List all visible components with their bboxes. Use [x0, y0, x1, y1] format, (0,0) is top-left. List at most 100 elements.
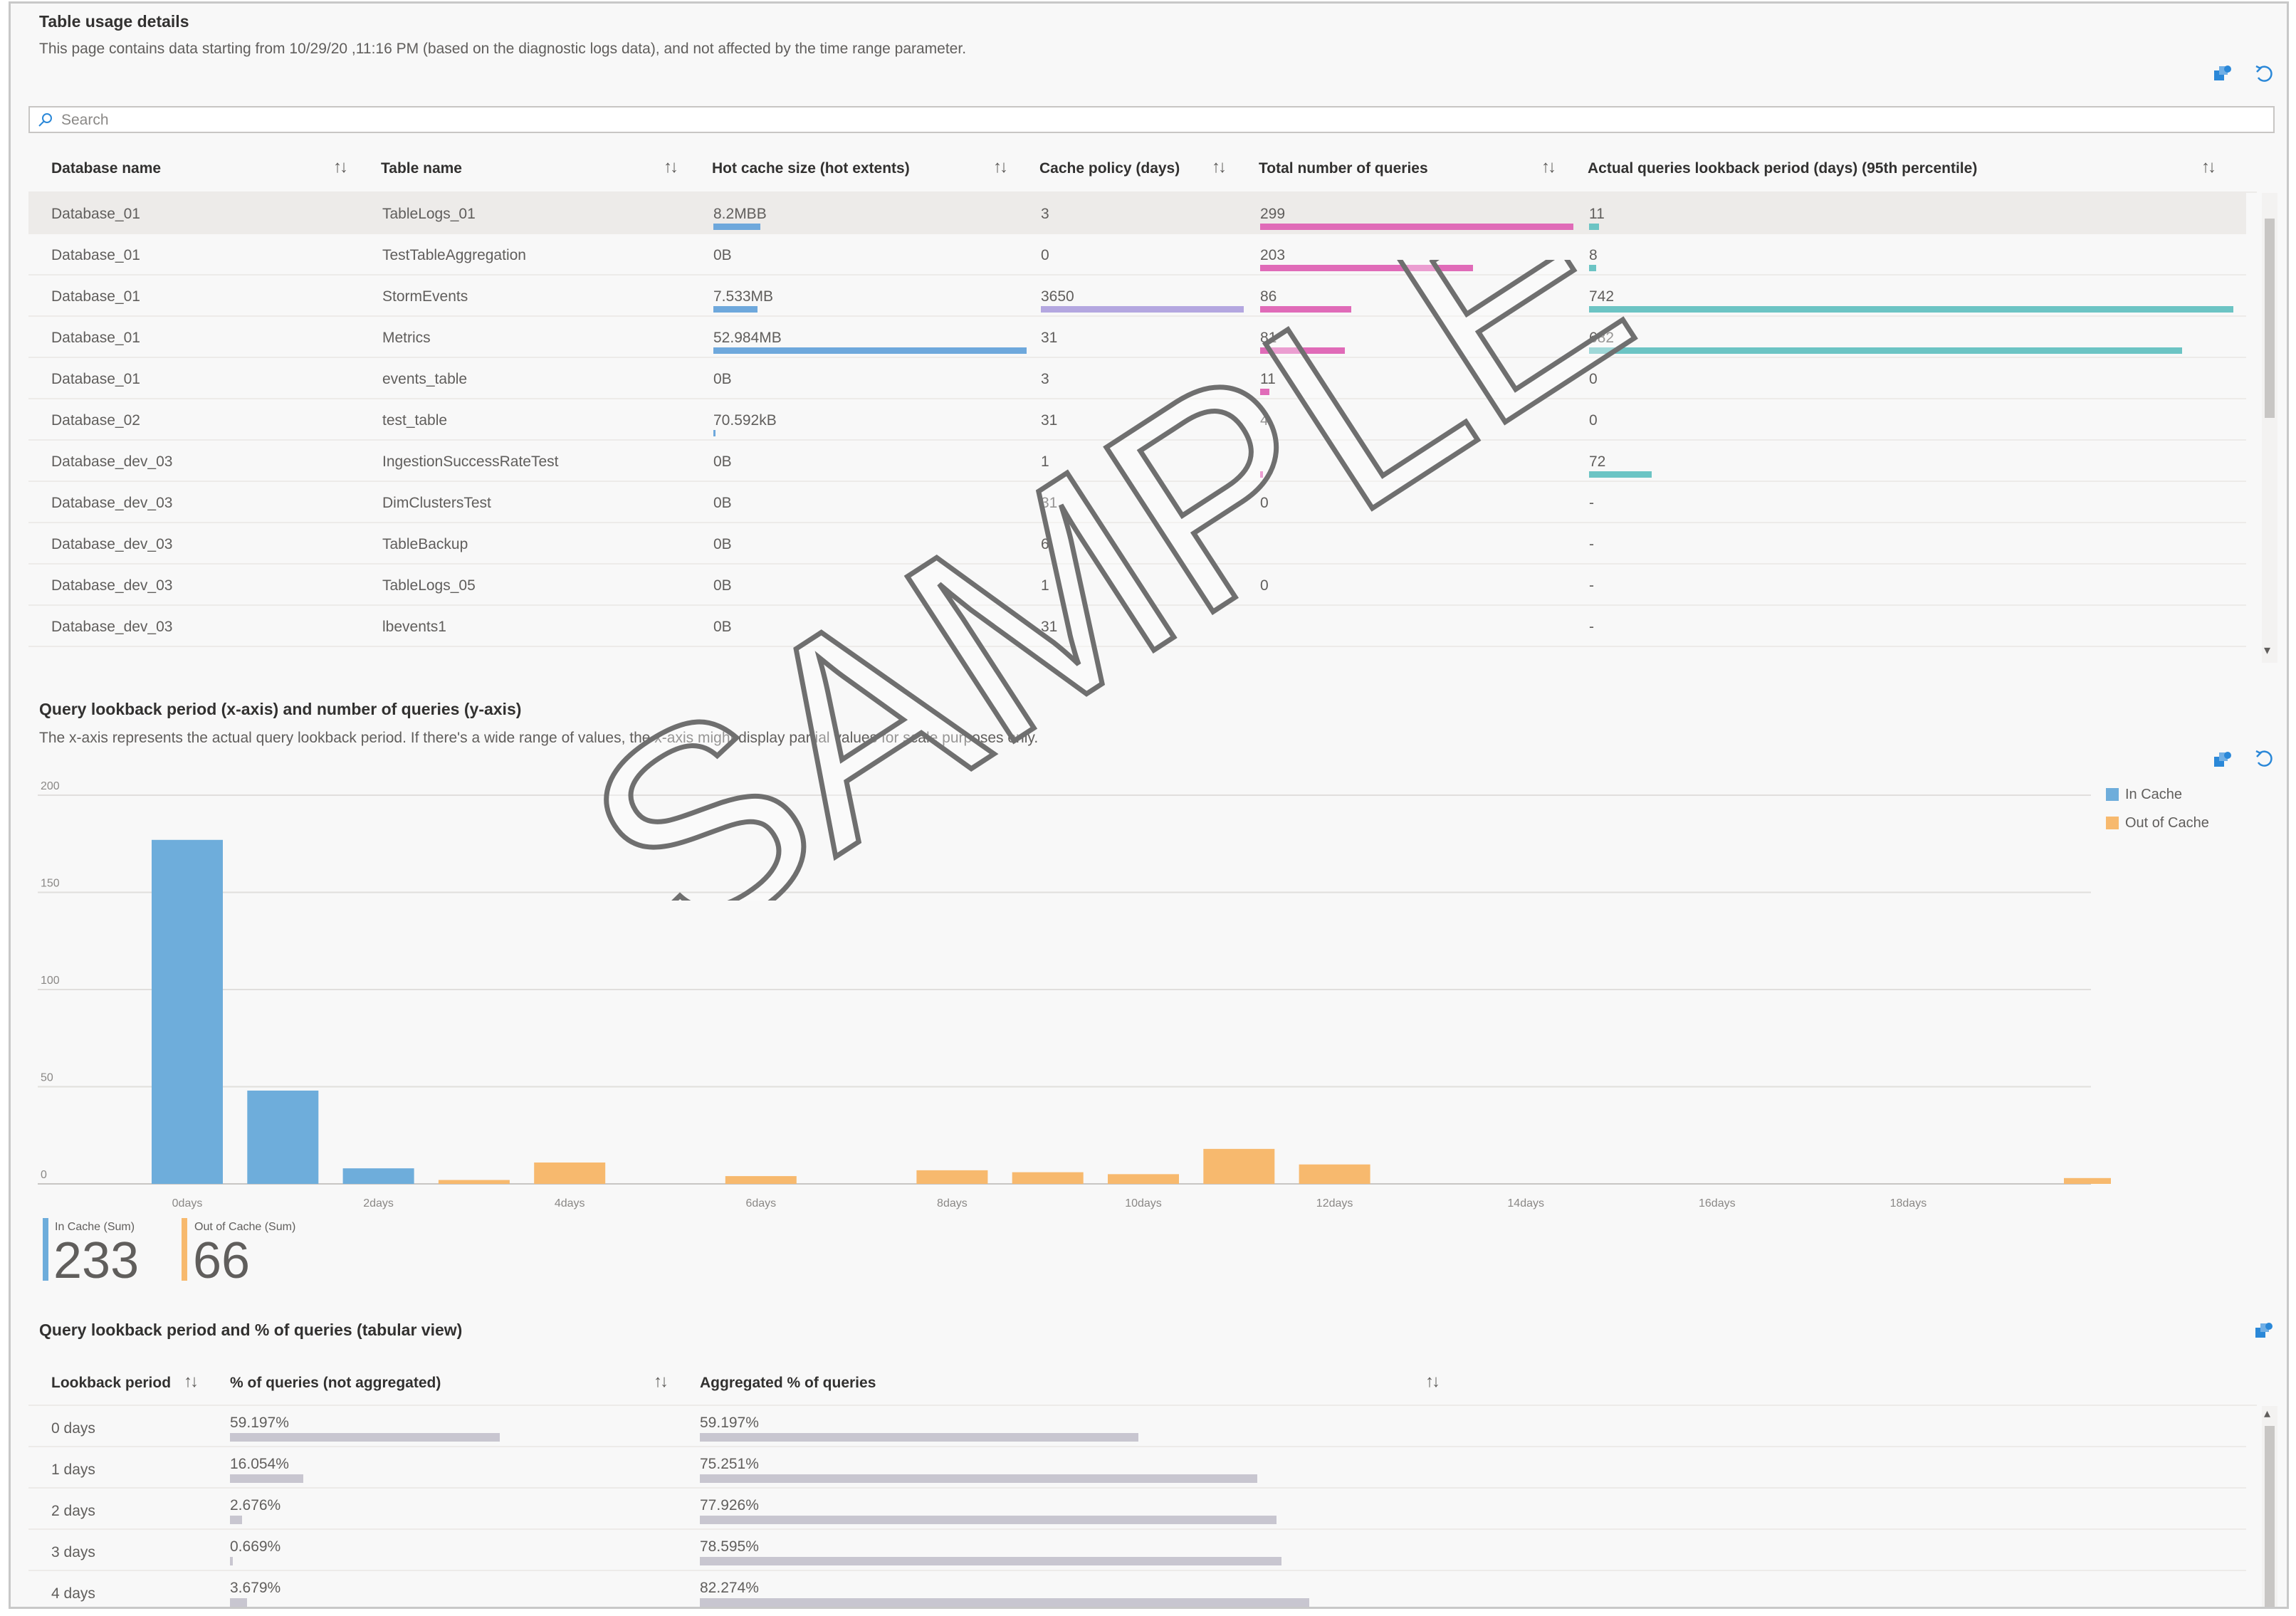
scroll-down-icon[interactable]: ▾ [2264, 643, 2270, 658]
table-name-cell: DimClustersTest [382, 495, 491, 511]
tile-in-cache-value: 233 [53, 1232, 140, 1289]
undo-icon[interactable] [2253, 63, 2275, 85]
sort-icon[interactable]: ↑↓ [664, 157, 678, 177]
queries-cell: 0 [1260, 495, 1269, 511]
bar-out-of-cache[interactable] [534, 1162, 606, 1184]
cache-policy-cell: 1 [1041, 577, 1049, 594]
column-header[interactable]: Cache policy (days) [1039, 160, 1180, 177]
lookback-cell: - [1589, 577, 1594, 594]
x-tick-label: 8days [937, 1197, 968, 1210]
column-header[interactable]: % of queries (not aggregated) [230, 1375, 441, 1392]
column-header[interactable]: Table name [381, 160, 462, 177]
undo-icon[interactable] [2253, 748, 2275, 770]
hot-bar [713, 306, 758, 313]
column-header[interactable]: Aggregated % of queries [700, 1375, 876, 1392]
sort-icon[interactable]: ↑↓ [2201, 157, 2216, 177]
table-row[interactable]: Database_01 Metrics 52.984MB 31 81 682 [28, 317, 2246, 358]
y-tick-label: 200 [41, 780, 60, 792]
column-header[interactable]: Lookback period [51, 1375, 171, 1392]
usage-title: Table usage details [39, 12, 189, 31]
table-row[interactable]: Database_01 TestTableAggregation 0B 0 203 8 [28, 234, 2246, 276]
sort-icon[interactable]: ↑↓ [1212, 157, 1227, 177]
aggregated-percent-bar [700, 1516, 1277, 1524]
lookback-period-cell: 0 days [51, 1420, 95, 1437]
queries-bar [1260, 471, 1264, 478]
aggregated-percent-cell: 78.595% [700, 1538, 759, 1555]
column-header[interactable]: Database name [51, 160, 161, 177]
bar-in-cache[interactable] [247, 1090, 319, 1184]
sort-icon[interactable]: ↑↓ [333, 157, 348, 177]
cache-policy-cell: 3 [1041, 206, 1049, 222]
queries-cell: 11 [1260, 371, 1276, 387]
hot-bar [713, 224, 760, 230]
x-tick-label: 18days [1890, 1197, 1927, 1210]
bar-out-of-cache[interactable] [1108, 1174, 1179, 1184]
y-tick-label: 50 [41, 1072, 53, 1084]
chart-subtitle: The x-axis represents the actual query l… [39, 730, 1039, 746]
tile-out-of-cache-accent [182, 1218, 187, 1281]
aggregated-percent-cell: 59.197% [700, 1415, 759, 1431]
bar-out-of-cache[interactable] [438, 1180, 510, 1184]
hot-cache-cell: 0B [713, 536, 732, 552]
hot-cache-cell: 0B [713, 247, 732, 263]
table-row[interactable]: 0 days 59.197% 59.197% [28, 1406, 2246, 1447]
sort-icon[interactable]: ↑↓ [184, 1372, 199, 1392]
pin-icon[interactable] [2212, 750, 2233, 771]
bar-out-of-cache[interactable] [1012, 1172, 1084, 1184]
table-row[interactable]: Database_02 test_table 70.592kB 31 4 0 [28, 399, 2246, 441]
table-row[interactable]: Database_dev_03 DimClustersTest 0B 31 0 - [28, 482, 2246, 523]
scrollbar-thumb[interactable] [2265, 1426, 2275, 1607]
bar-in-cache[interactable] [342, 1168, 414, 1184]
chart-title: Query lookback period (x-axis) and numbe… [39, 700, 522, 718]
tile-out-of-cache-value: 66 [193, 1232, 251, 1289]
bar-out-of-cache[interactable] [1299, 1164, 1370, 1184]
sort-icon[interactable]: ↑↓ [1541, 157, 1556, 177]
legend-swatch-out-of-cache [2106, 817, 2119, 829]
aggregated-percent-cell: 77.926% [700, 1497, 759, 1513]
scrollbar-thumb[interactable] [2265, 219, 2275, 418]
tabular-scrollbar[interactable]: ▴ [2262, 1406, 2277, 1607]
database-cell: Database_01 [51, 330, 140, 346]
column-header[interactable]: Hot cache size (hot extents) [712, 160, 910, 177]
column-header[interactable]: Actual queries lookback period (days) (9… [1588, 160, 1977, 177]
lookback-bar [1589, 265, 1596, 271]
table-row[interactable]: 2 days 2.676% 77.926% [28, 1489, 2246, 1530]
table-name-cell: StormEvents [382, 288, 468, 305]
search-input[interactable] [60, 110, 2198, 131]
table-row[interactable]: Database_dev_03 lbevents1 0B 31 - [28, 606, 2246, 647]
pin-icon[interactable] [2212, 63, 2233, 85]
table-scrollbar[interactable]: ▾ [2262, 193, 2277, 663]
table-row[interactable]: 4 days 3.679% 82.274% [28, 1571, 2246, 1607]
lookback-bar [1589, 224, 1599, 230]
table-row[interactable]: Database_01 TableLogs_01 8.2MBB 3 299 11 [28, 193, 2246, 234]
bar-out-of-cache[interactable] [725, 1176, 797, 1184]
lookback-bar [1589, 471, 1652, 478]
table-row[interactable]: Database_01 StormEvents 7.533MB 3650 86 742 [28, 276, 2246, 317]
pin-icon[interactable] [2253, 1321, 2275, 1342]
bar-in-cache[interactable] [152, 839, 223, 1184]
percent-bar [230, 1474, 303, 1483]
column-header[interactable]: Total number of queries [1259, 160, 1428, 177]
table-row[interactable]: 3 days 0.669% 78.595% [28, 1530, 2246, 1571]
search-field[interactable] [28, 106, 2275, 133]
hot-cache-cell: 52.984MB [713, 330, 782, 346]
queries-bar [1260, 347, 1345, 354]
sort-icon[interactable]: ↑↓ [993, 157, 1008, 177]
bar-out-of-cache[interactable] [916, 1170, 988, 1184]
table-name-cell: lbevents1 [382, 619, 446, 635]
table-row[interactable]: 1 days 16.054% 75.251% [28, 1447, 2246, 1489]
bar-out-of-cache[interactable] [1203, 1148, 1275, 1184]
cache-policy-cell: 31 [1041, 412, 1058, 429]
table-row[interactable]: Database_dev_03 TableBackup 0B 6 - [28, 523, 2246, 565]
table-row[interactable]: Database_dev_03 IngestionSuccessRateTest 0… [28, 441, 2246, 482]
table-row[interactable]: Database_dev_03 TableLogs_05 0B 1 0 - [28, 565, 2246, 606]
hot-cache-cell: 0B [713, 619, 732, 635]
aggregated-percent-bar [700, 1433, 1138, 1442]
database-cell: Database_01 [51, 206, 140, 222]
sort-icon[interactable]: ↑↓ [654, 1372, 669, 1392]
lookback-cell: 0 [1589, 412, 1598, 429]
table-row[interactable]: Database_01 events_table 0B 3 11 0 [28, 358, 2246, 399]
bar-out-of-cache[interactable] [2064, 1177, 2111, 1184]
sort-icon[interactable]: ↑↓ [1425, 1372, 1440, 1392]
scroll-up-icon[interactable]: ▴ [2264, 1406, 2270, 1421]
